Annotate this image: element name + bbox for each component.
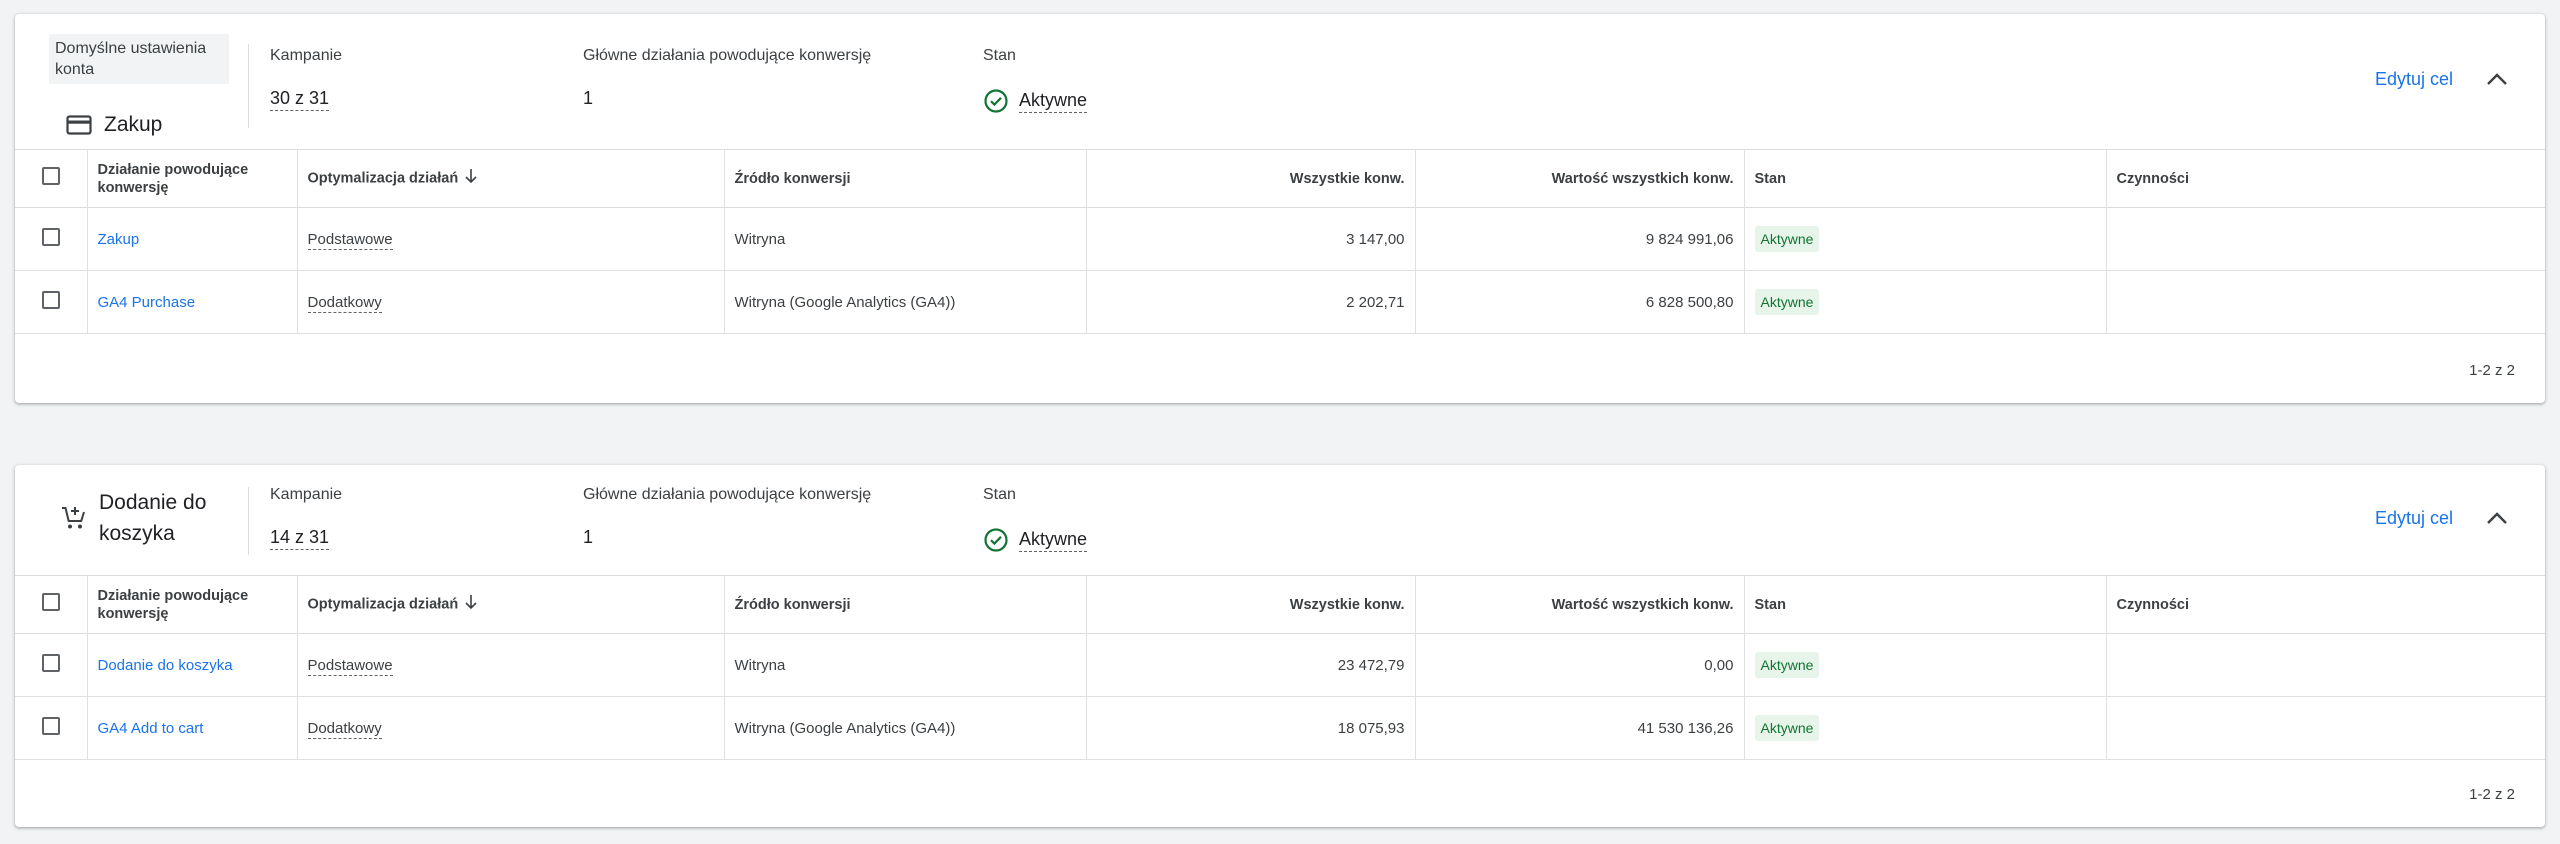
column-header-optimization[interactable]: Optymalizacja działań xyxy=(297,149,725,208)
actions-cell xyxy=(2106,271,2545,334)
primary-actions-meta: Główne działania powodujące konwersję 1 xyxy=(583,46,871,109)
column-header-actions: Czynności xyxy=(2116,170,2190,187)
source-value: Witryna (Google Analytics (GA4)) xyxy=(724,696,1087,760)
goal-block: Dodanie do koszyka xyxy=(49,483,244,591)
primary-actions-label: Główne działania powodujące konwersję xyxy=(583,486,872,503)
status-value[interactable]: Aktywne xyxy=(1019,90,1088,113)
goal-title-row: Zakup xyxy=(64,110,162,140)
all-conv-value-amount: 0,00 xyxy=(1415,633,1745,697)
conversion-actions-table: Działanie powodujące konwersję Optymaliz… xyxy=(15,575,2545,760)
row-checkbox[interactable] xyxy=(42,717,60,735)
edit-goal-link[interactable]: Edytuj cel xyxy=(2375,508,2453,529)
action-name-link[interactable]: GA4 Purchase xyxy=(87,270,298,334)
campaigns-label: Kampanie xyxy=(270,486,343,503)
select-all-checkbox[interactable] xyxy=(42,167,60,185)
status-badge: Aktywne xyxy=(1754,289,1820,315)
status-meta: Stan Aktywne xyxy=(983,46,1088,114)
optimization-value[interactable]: Podstawowe xyxy=(307,230,393,250)
header-divider xyxy=(248,44,249,128)
check-circle-icon xyxy=(983,88,1009,114)
chevron-up-icon[interactable] xyxy=(2484,505,2510,531)
chevron-up-icon[interactable] xyxy=(2484,66,2510,92)
action-name-link[interactable]: Zakup xyxy=(87,207,298,271)
table-row: Zakup Podstawowe Witryna 3 147,00 9 824 … xyxy=(15,207,2545,271)
default-settings-badge: Domyślne ustawienia konta xyxy=(49,34,229,84)
all-conv-value-amount: 41 530 136,26 xyxy=(1415,696,1745,760)
pagination-label: 1-2 z 2 xyxy=(2469,786,2515,803)
table-row: Dodanie do koszyka Podstawowe Witryna 23… xyxy=(15,633,2545,697)
arrow-down-icon xyxy=(464,168,478,189)
primary-actions-label: Główne działania powodujące konwersję xyxy=(583,47,872,64)
goal-card-purchase: Domyślne ustawienia konta Zakup Kampanie… xyxy=(15,14,2545,403)
action-name-link[interactable]: GA4 Add to cart xyxy=(87,696,298,760)
all-conv-value: 23 472,79 xyxy=(1086,633,1416,697)
column-header-source[interactable]: Źródło konwersji xyxy=(724,149,1087,208)
goal-title-row: Dodanie do koszyka xyxy=(59,487,239,549)
goal-card-add-to-cart: Dodanie do koszyka Kampanie 14 z 31 Głów… xyxy=(15,465,2545,827)
all-conv-value: 18 075,93 xyxy=(1086,696,1416,760)
table-header-row: Działanie powodujące konwersję Optymaliz… xyxy=(15,575,2545,634)
primary-actions-value: 1 xyxy=(583,88,594,108)
column-header-all-conv[interactable]: Wszystkie konw. xyxy=(1086,575,1416,634)
status-value[interactable]: Aktywne xyxy=(1019,529,1088,552)
status-badge: Aktywne xyxy=(1754,652,1820,678)
row-checkbox[interactable] xyxy=(42,228,60,246)
table-row: GA4 Purchase Dodatkowy Witryna (Google A… xyxy=(15,270,2545,334)
all-conv-value-amount: 9 824 991,06 xyxy=(1415,207,1745,271)
column-header-status[interactable]: Stan xyxy=(1744,149,2107,208)
actions-cell xyxy=(2106,634,2545,697)
goal-block: Domyślne ustawienia konta Zakup xyxy=(49,34,244,142)
status-meta: Stan Aktywne xyxy=(983,485,1088,553)
campaigns-count-link[interactable]: 14 z 31 xyxy=(270,527,330,550)
credit-card-icon xyxy=(64,110,94,140)
primary-actions-value: 1 xyxy=(583,527,594,547)
actions-cell xyxy=(2106,208,2545,271)
select-all-checkbox[interactable] xyxy=(42,593,60,611)
optimization-value[interactable]: Podstawowe xyxy=(307,656,393,676)
column-header-all-conv-value[interactable]: Wartość wszystkich konw. xyxy=(1415,149,1745,208)
header-divider xyxy=(248,487,249,555)
action-name-link[interactable]: Dodanie do koszyka xyxy=(87,633,298,697)
column-header-actions: Czynności xyxy=(2116,596,2190,613)
all-conv-value: 2 202,71 xyxy=(1086,270,1416,334)
column-header-all-conv-value[interactable]: Wartość wszystkich konw. xyxy=(1415,575,1745,634)
arrow-down-icon xyxy=(464,594,478,615)
goal-header: Dodanie do koszyka Kampanie 14 z 31 Głów… xyxy=(15,465,2545,575)
column-header-all-conv[interactable]: Wszystkie konw. xyxy=(1086,149,1416,208)
campaigns-count-link[interactable]: 30 z 31 xyxy=(270,88,330,111)
column-header-status[interactable]: Stan xyxy=(1744,575,2107,634)
source-value: Witryna xyxy=(724,207,1087,271)
optimization-value[interactable]: Dodatkowy xyxy=(307,719,382,739)
primary-actions-meta: Główne działania powodujące konwersję 1 xyxy=(583,485,871,548)
status-label: Stan xyxy=(983,486,1016,503)
column-header-source[interactable]: Źródło konwersji xyxy=(724,575,1087,634)
campaigns-meta: Kampanie 14 z 31 xyxy=(270,485,342,550)
source-value: Witryna (Google Analytics (GA4)) xyxy=(724,270,1087,334)
pagination-label: 1-2 z 2 xyxy=(2469,362,2515,379)
goal-title: Dodanie do koszyka xyxy=(99,491,207,545)
check-circle-icon xyxy=(983,527,1009,553)
row-checkbox[interactable] xyxy=(42,654,60,672)
edit-goal-link[interactable]: Edytuj cel xyxy=(2375,69,2453,90)
row-checkbox[interactable] xyxy=(42,291,60,309)
campaigns-label: Kampanie xyxy=(270,47,343,64)
column-header-optimization[interactable]: Optymalizacja działań xyxy=(297,575,725,634)
actions-cell xyxy=(2106,697,2545,760)
table-header-row: Działanie powodujące konwersję Optymaliz… xyxy=(15,149,2545,208)
optimization-value[interactable]: Dodatkowy xyxy=(307,293,382,313)
status-badge: Aktywne xyxy=(1754,715,1820,741)
table-row: GA4 Add to cart Dodatkowy Witryna (Googl… xyxy=(15,696,2545,760)
status-label: Stan xyxy=(983,47,1016,64)
status-badge: Aktywne xyxy=(1754,226,1820,252)
campaigns-meta: Kampanie 30 z 31 xyxy=(270,46,342,111)
all-conv-value: 3 147,00 xyxy=(1086,207,1416,271)
goal-title: Zakup xyxy=(104,113,163,136)
source-value: Witryna xyxy=(724,633,1087,697)
conversion-actions-table: Działanie powodujące konwersję Optymaliz… xyxy=(15,149,2545,334)
column-header-action[interactable]: Działanie powodujące konwersję xyxy=(87,149,298,208)
all-conv-value-amount: 6 828 500,80 xyxy=(1415,270,1745,334)
goal-header: Domyślne ustawienia konta Zakup Kampanie… xyxy=(15,14,2545,149)
add-shopping-cart-icon xyxy=(59,503,89,533)
